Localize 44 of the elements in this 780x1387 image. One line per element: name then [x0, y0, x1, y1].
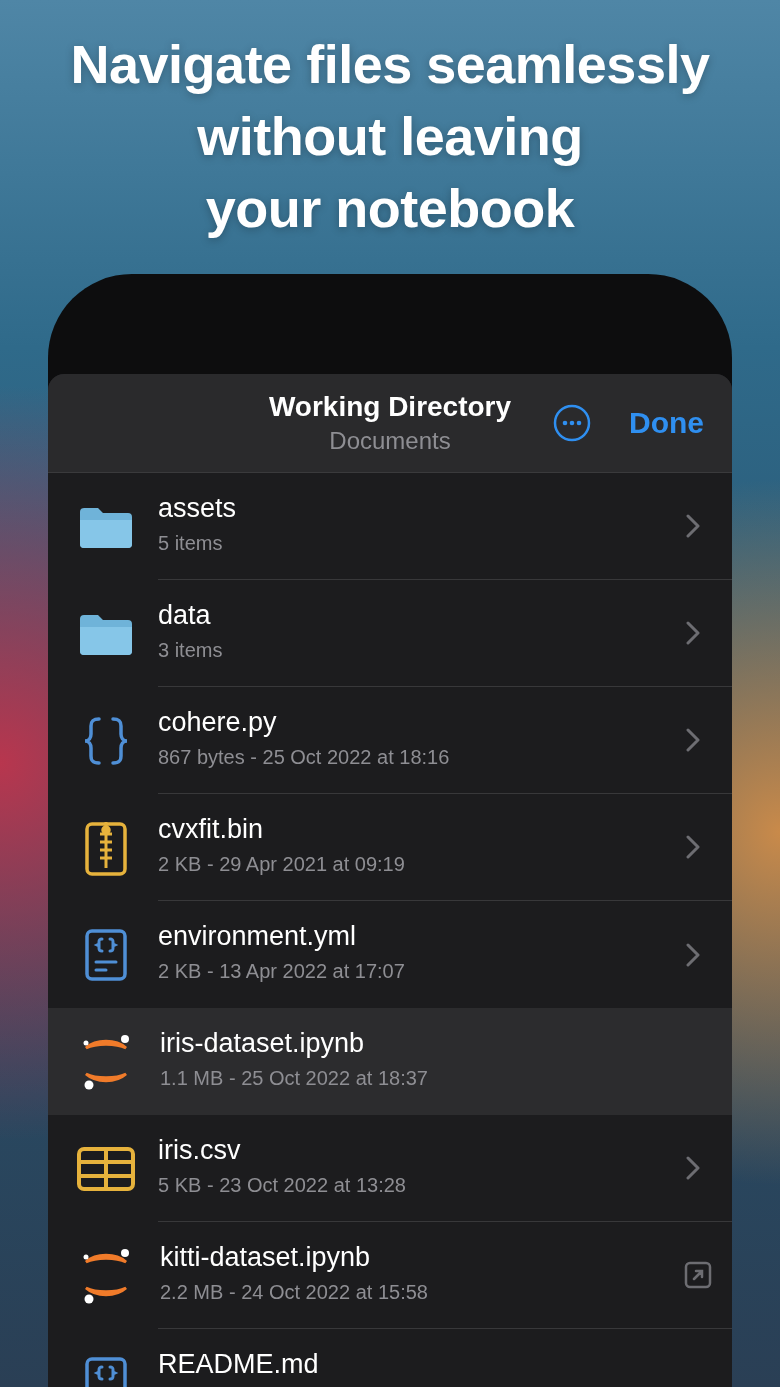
file-name: cohere.py: [158, 707, 278, 738]
file-name: environment.yml: [158, 921, 358, 952]
zip-archive-icon: [85, 819, 127, 876]
file-details: 2 KB - 29 Apr 2021 at 09:19: [158, 853, 406, 876]
file-name: cvxfit.bin: [158, 814, 265, 845]
headline: Navigate files seamlessly without leaving your notebook: [70, 33, 710, 240]
file-row[interactable]: environment.yml 2 KB - 13 Apr 2022 at 17:07: [48, 901, 732, 1008]
file-row[interactable]: iris.csv 5 KB - 23 Oct 2022 at 13:28: [48, 1115, 732, 1222]
file-row[interactable]: data 3 items: [48, 580, 732, 687]
document-icon: [85, 928, 127, 981]
file-name: README.md: [158, 1349, 320, 1380]
braces-icon: [83, 715, 129, 766]
file-details: 3 items: [158, 639, 224, 662]
sheet-title: Working Directory: [268, 391, 512, 423]
open-in-icon[interactable]: [684, 1261, 712, 1289]
table-icon: [77, 1146, 135, 1191]
file-details: 2.2 MB - 24 Oct 2022 at 15:58: [160, 1281, 429, 1304]
file-details: 867 bytes - 25 Oct 2022 at 18:16: [158, 746, 451, 769]
notebook-icon: [81, 1033, 131, 1090]
chevron-icon: [686, 514, 700, 538]
notebook-icon: [81, 1247, 131, 1304]
file-name: kitti-dataset.ipynb: [160, 1242, 372, 1273]
done-button[interactable]: Done: [629, 406, 704, 440]
chevron-icon: [686, 1156, 700, 1180]
file-details: 2 KB - 13 Apr 2022 at 17:07: [158, 960, 406, 983]
file-name: assets: [158, 493, 238, 524]
file-row[interactable]: README.md: [48, 1329, 732, 1387]
chevron-icon: [686, 942, 700, 967]
sheet-subtitle: Documents: [329, 427, 451, 455]
file-details: 1.1 MB - 25 Oct 2022 at 18:37: [160, 1067, 429, 1090]
file-row[interactable]: kitti-dataset.ipynb 2.2 MB - 24 Oct 2022 at 15:58: [48, 1222, 732, 1329]
file-name: data: [158, 600, 212, 631]
chevron-icon: [686, 728, 700, 752]
file-row[interactable]: cvxfit.bin 2 KB - 29 Apr 2021 at 09:19: [48, 794, 732, 901]
file-row[interactable]: iris-dataset.ipynb 1.1 MB - 25 Oct 2022 at 18:37: [48, 1008, 732, 1115]
file-details: 5 items: [158, 532, 224, 555]
file-details: 5 KB - 23 Oct 2022 at 13:28: [158, 1174, 407, 1197]
chevron-icon: [686, 621, 700, 645]
chevron-icon: [686, 835, 700, 859]
file-row[interactable]: assets 5 items: [48, 473, 732, 580]
more-options-icon[interactable]: [553, 404, 591, 442]
file-name: iris.csv: [158, 1135, 242, 1166]
file-row[interactable]: cohere.py 867 bytes - 25 Oct 2022 at 18:16: [48, 687, 732, 794]
file-name: iris-dataset.ipynb: [160, 1028, 366, 1059]
